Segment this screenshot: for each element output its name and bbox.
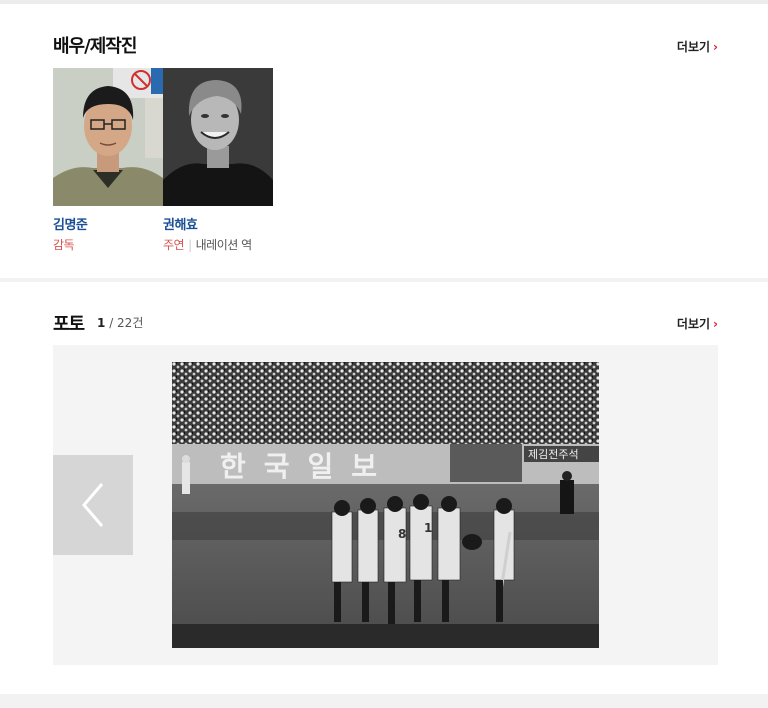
photo-counter: 1 / 22건 <box>97 314 143 331</box>
role-separator: | <box>188 238 192 252</box>
lead-actor-name[interactable]: 권해효 <box>163 214 273 233</box>
cast-item-lead[interactable]: 권해효 주연 | 내레이션 역 <box>163 68 273 253</box>
cast-section-title: 배우/제작진 <box>53 36 137 57</box>
main-photo[interactable]: 제김전주석 한국일보 8 1 <box>172 362 599 648</box>
chevron-right-icon: › <box>713 39 718 54</box>
bottom-divider <box>0 694 768 708</box>
cast-more-link[interactable]: 더보기 › <box>677 38 718 55</box>
director-role-type: 감독 <box>53 238 75 252</box>
director-photo[interactable] <box>53 68 163 206</box>
lead-actor-photo[interactable] <box>163 68 273 206</box>
lead-actor-role: 주연 | 내레이션 역 <box>163 236 273 253</box>
photo-section: 포토 1 / 22건 더보기 › 제김전주석 한국일보 8 1 <box>0 282 768 694</box>
photo-section-title: 포토 <box>53 314 85 335</box>
svg-text:1: 1 <box>424 521 432 535</box>
cast-list: 김명준 감독 권해효 주연 | 내레이션 역 <box>53 68 273 253</box>
stadium-sign-right: 제김전주석 <box>528 448 579 461</box>
photo-counter-current: 1 <box>97 316 106 330</box>
svg-text:8: 8 <box>398 527 406 541</box>
photo-counter-total: / 22건 <box>109 316 144 330</box>
chevron-right-icon: › <box>713 316 718 331</box>
prev-photo-button[interactable] <box>53 455 133 555</box>
photo-more-label: 더보기 <box>676 317 711 331</box>
photo-viewer: 제김전주석 한국일보 8 1 <box>53 345 718 665</box>
chevron-left-icon <box>82 483 104 527</box>
director-role: 감독 <box>53 236 163 253</box>
stadium-sign-text: 한국일보 <box>220 450 395 483</box>
lead-actor-role-type: 주연 <box>163 238 185 252</box>
director-name[interactable]: 김명준 <box>53 214 163 233</box>
cast-item-director[interactable]: 김명준 감독 <box>53 68 163 253</box>
lead-actor-role-name: 내레이션 역 <box>195 238 253 252</box>
photo-more-link[interactable]: 더보기 › <box>677 315 718 332</box>
cast-crew-section: 배우/제작진 더보기 › 김명준 감독 권해효 주연 | 내레이션 역 <box>0 4 768 278</box>
cast-more-label: 더보기 <box>676 40 711 54</box>
